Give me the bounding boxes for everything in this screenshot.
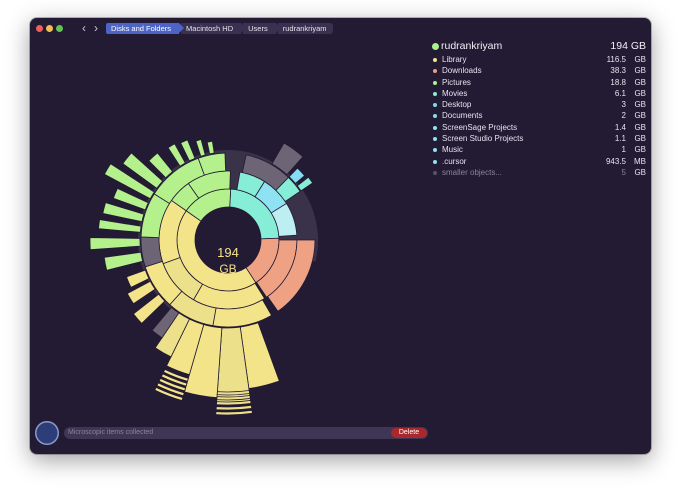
legend-folder-name: Movies bbox=[442, 88, 468, 98]
folder-legend: rudrankriyam 194 GB Library 116.5 GB Downlo… bbox=[430, 38, 648, 178]
legend-folder-size: 1.4 bbox=[614, 122, 626, 132]
legend-row[interactable]: Documents 2 GB bbox=[430, 110, 648, 121]
zoom-window-button[interactable] bbox=[56, 25, 63, 32]
legend-row[interactable]: Desktop 3 GB bbox=[430, 99, 648, 110]
legend-folder-unit: GB bbox=[634, 100, 646, 110]
app-window: ‹ › Disks and Folders Macintosh HD Users… bbox=[30, 18, 651, 454]
legend-folder-unit: GB bbox=[634, 77, 646, 87]
legend-folder-unit: GB bbox=[634, 134, 646, 144]
legend-folder-unit: GB bbox=[634, 111, 646, 121]
legend-folder-size: 116.5 bbox=[606, 55, 626, 64]
legend-color-dot bbox=[433, 137, 437, 142]
close-window-button[interactable] bbox=[36, 25, 43, 32]
legend-folder-size: 2 bbox=[621, 111, 626, 121]
sunburst-segment[interactable] bbox=[98, 219, 142, 233]
root-folder-name: rudrankriyam bbox=[441, 40, 503, 52]
legend-folder-name: ScreenSage Projects bbox=[442, 122, 518, 132]
legend-row[interactable]: Downloads 38.3 GB bbox=[430, 65, 648, 76]
legend-row[interactable]: smaller objects... 5 GB bbox=[430, 167, 648, 178]
sunburst-chart[interactable]: 194 GB bbox=[30, 40, 430, 418]
delete-button[interactable]: Delete bbox=[391, 428, 427, 438]
sunburst-segment[interactable] bbox=[215, 409, 253, 416]
legend-folder-unit: GB bbox=[634, 88, 646, 98]
legend-folder-name: .cursor bbox=[442, 156, 467, 166]
sunburst-segment[interactable] bbox=[103, 251, 144, 271]
legend-folder-unit: GB bbox=[634, 145, 646, 155]
breadcrumb: Disks and Folders Macintosh HD Users rud… bbox=[106, 23, 335, 34]
legend-folder-size: 1.1 bbox=[614, 134, 626, 144]
sunburst-segment[interactable] bbox=[215, 404, 253, 411]
collector-circle-icon[interactable] bbox=[35, 421, 59, 445]
legend-row[interactable]: ScreenSage Projects 1.4 GB bbox=[430, 122, 648, 133]
legend-folder-size: 3 bbox=[621, 100, 626, 110]
legend-color-dot bbox=[433, 103, 437, 108]
legend-row[interactable]: Screen Studio Projects 1.1 GB bbox=[430, 133, 648, 144]
legend-folder-unit: GB bbox=[634, 66, 646, 76]
legend-color-dot bbox=[433, 170, 437, 175]
legend-color-dot bbox=[433, 91, 437, 96]
sunburst-segment[interactable] bbox=[206, 140, 215, 155]
bottom-bar: Microscopic items collected Delete bbox=[30, 418, 651, 454]
legend-color-dot bbox=[433, 80, 437, 85]
breadcrumb-macintosh-hd[interactable]: Macintosh HD bbox=[181, 23, 247, 34]
back-arrow-icon[interactable]: ‹ bbox=[78, 21, 90, 35]
forward-arrow-icon[interactable]: › bbox=[90, 21, 102, 35]
legend-root-row[interactable]: rudrankriyam 194 GB bbox=[430, 38, 648, 54]
root-color-dot bbox=[432, 43, 439, 50]
legend-folder-name: Desktop bbox=[442, 100, 472, 110]
legend-folder-name: Downloads bbox=[442, 66, 482, 76]
legend-folder-unit: GB bbox=[634, 167, 646, 177]
legend-color-dot bbox=[433, 69, 437, 74]
center-size-unit: GB bbox=[219, 262, 236, 276]
root-folder-size: 194 GB bbox=[610, 40, 646, 52]
legend-color-dot bbox=[433, 114, 437, 119]
legend-folder-name: Music bbox=[442, 145, 463, 155]
legend-folder-size: 1 bbox=[621, 145, 626, 155]
center-size-value: 194 bbox=[217, 245, 239, 260]
legend-folder-size: 5 bbox=[621, 167, 626, 177]
titlebar: ‹ › Disks and Folders Macintosh HD Users… bbox=[30, 18, 651, 40]
legend-row[interactable]: .cursor 943.5 MB bbox=[430, 156, 648, 167]
sunburst-segment[interactable] bbox=[89, 237, 141, 251]
legend-color-dot bbox=[433, 58, 437, 62]
legend-folder-name: Documents bbox=[442, 111, 483, 121]
legend-folder-name: smaller objects... bbox=[442, 167, 503, 177]
legend-folder-name: Pictures bbox=[442, 77, 471, 87]
legend-folder-unit: GB bbox=[634, 122, 646, 132]
legend-row[interactable]: Pictures 18.8 GB bbox=[430, 77, 648, 88]
legend-folder-size: 943.5 bbox=[605, 156, 626, 166]
status-text: Microscopic items collected bbox=[68, 429, 154, 436]
legend-folder-size: 18.8 bbox=[610, 77, 626, 87]
status-bar: Microscopic items collected Delete bbox=[64, 427, 428, 439]
legend-color-dot bbox=[433, 148, 437, 153]
legend-row[interactable]: Library 116.5 GB bbox=[430, 54, 648, 65]
legend-folder-unit: MB bbox=[634, 156, 646, 166]
legend-folder-size: 6.1 bbox=[614, 88, 626, 98]
legend-folder-name: Library bbox=[442, 55, 467, 64]
sunburst-segment[interactable] bbox=[140, 236, 163, 268]
breadcrumb-rudrankriyam[interactable]: rudrankriyam bbox=[277, 23, 333, 34]
legend-row[interactable]: Music 1 GB bbox=[430, 144, 648, 155]
breadcrumb-users[interactable]: Users bbox=[243, 23, 281, 34]
minimize-window-button[interactable] bbox=[46, 25, 53, 32]
legend-folder-unit: GB bbox=[634, 55, 646, 64]
sunburst-segment[interactable] bbox=[195, 139, 206, 157]
legend-color-dot bbox=[433, 159, 437, 164]
legend-row[interactable]: Movies 6.1 GB bbox=[430, 88, 648, 99]
legend-color-dot bbox=[433, 125, 437, 130]
legend-folder-name: Screen Studio Projects bbox=[442, 134, 524, 144]
breadcrumb-disks-and-folders[interactable]: Disks and Folders bbox=[106, 23, 185, 34]
legend-folder-size: 38.3 bbox=[610, 66, 626, 76]
